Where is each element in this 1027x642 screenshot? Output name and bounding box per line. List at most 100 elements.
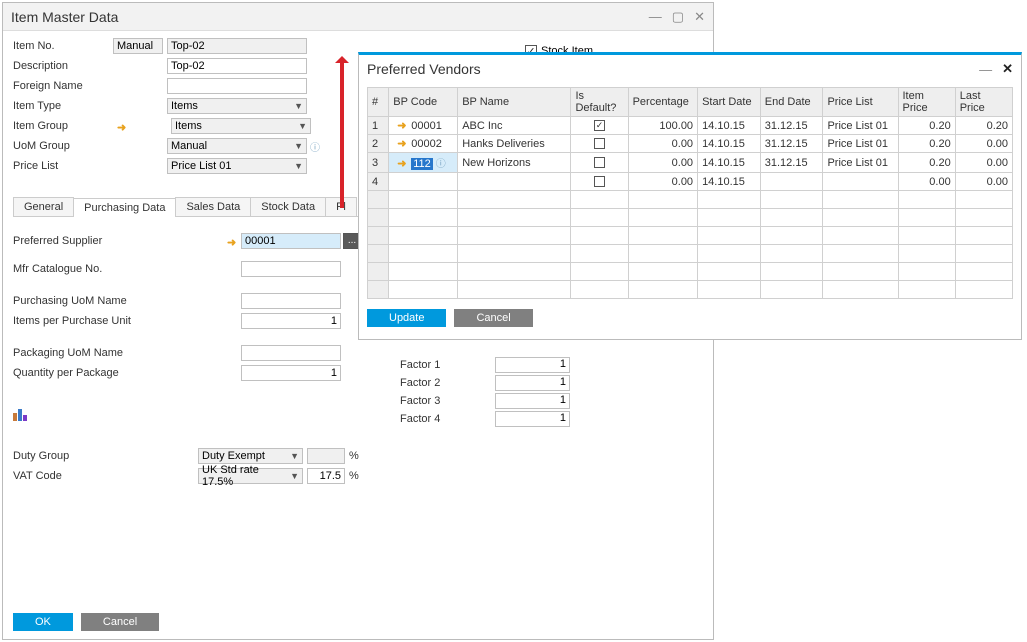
price_list-cell[interactable] [823,173,898,191]
price_list-cell[interactable]: Price List 01 [823,135,898,153]
cancel-button[interactable]: Cancel [81,613,159,631]
duty-group-select[interactable]: Duty Exempt▼ [198,448,303,464]
pct-cell[interactable]: 0.00 [628,173,697,191]
bp-code-cell[interactable]: 00002 [389,135,458,153]
table-row[interactable] [368,245,1013,263]
item-group-select[interactable]: Items▼ [171,118,311,134]
factor-input[interactable]: 1 [495,357,570,373]
item-no-input[interactable]: Top-02 [167,38,307,54]
ok-button[interactable]: OK [13,613,73,631]
foreign-name-input[interactable] [167,78,307,94]
col-header[interactable]: Item Price [898,88,955,117]
link-arrow-icon[interactable] [227,236,237,246]
close-icon[interactable]: ✕ [1002,61,1013,77]
maximize-icon[interactable]: ▢ [672,9,684,25]
update-button[interactable]: Update [367,309,446,327]
lookup-icon[interactable] [433,158,446,170]
end-cell[interactable]: 31.12.15 [760,153,823,173]
qty-per-package-input[interactable]: 1 [241,365,341,381]
table-row[interactable]: 200002Hanks Deliveries0.0014.10.1531.12.… [368,135,1013,153]
start-cell[interactable]: 14.10.15 [698,135,761,153]
default-checkbox[interactable] [594,157,605,168]
purchasing-uom-input[interactable] [241,293,341,309]
bp-name-cell[interactable] [458,173,571,191]
link-arrow-icon[interactable] [397,119,407,129]
table-row[interactable] [368,263,1013,281]
tab-general[interactable]: General [13,197,74,216]
default-cell[interactable] [571,153,628,173]
item-type-select[interactable]: Items▼ [167,98,307,114]
bp-name-cell[interactable]: ABC Inc [458,117,571,135]
last_price-cell[interactable]: 0.00 [955,153,1012,173]
factor-input[interactable]: 1 [495,411,570,427]
col-header[interactable]: Start Date [698,88,761,117]
item_price-cell[interactable]: 0.00 [898,173,955,191]
factor-input[interactable]: 1 [495,375,570,391]
description-input[interactable]: Top-02 [167,58,307,74]
start-cell[interactable]: 14.10.15 [698,117,761,135]
end-cell[interactable]: 31.12.15 [760,135,823,153]
factor-input[interactable]: 1 [495,393,570,409]
col-header[interactable]: BP Code [389,88,458,117]
start-cell[interactable]: 14.10.15 [698,173,761,191]
col-header[interactable]: BP Name [458,88,571,117]
tab-stock-data[interactable]: Stock Data [250,197,326,216]
col-header[interactable]: Price List [823,88,898,117]
tab-sales-data[interactable]: Sales Data [175,197,251,216]
minimize-icon[interactable]: — [649,9,662,24]
last_price-cell[interactable]: 0.00 [955,173,1012,191]
default-cell[interactable] [571,135,628,153]
info-icon[interactable] [307,139,320,154]
link-arrow-icon[interactable] [397,137,407,147]
last_price-cell[interactable]: 0.20 [955,117,1012,135]
bp-code-cell[interactable]: 112 [389,153,458,173]
link-arrow-icon[interactable] [397,157,407,167]
link-arrow-icon[interactable] [117,121,127,131]
table-row[interactable] [368,281,1013,299]
bp-code-cell[interactable]: 00001 [389,117,458,135]
default-checkbox[interactable]: ✓ [594,120,605,131]
pct-cell[interactable]: 0.00 [628,135,697,153]
default-checkbox[interactable] [594,138,605,149]
popup-cancel-button[interactable]: Cancel [454,309,532,327]
mfr-catalogue-input[interactable] [241,261,341,277]
items-per-purchase-input[interactable]: 1 [241,313,341,329]
vat-code-select[interactable]: UK Std rate 17.5%▼ [198,468,303,484]
pct-cell[interactable]: 0.00 [628,153,697,173]
col-header[interactable]: Is Default? [571,88,628,117]
last_price-cell[interactable]: 0.00 [955,135,1012,153]
item_price-cell[interactable]: 0.20 [898,117,955,135]
default-cell[interactable] [571,173,628,191]
col-header[interactable]: Percentage [628,88,697,117]
table-row[interactable]: 100001ABC Inc✓100.0014.10.1531.12.15Pric… [368,117,1013,135]
bp-name-cell[interactable]: Hanks Deliveries [458,135,571,153]
default-cell[interactable]: ✓ [571,117,628,135]
end-cell[interactable] [760,173,823,191]
table-row[interactable] [368,191,1013,209]
chart-icon[interactable] [13,405,31,421]
item-no-type-select[interactable]: Manual [113,38,163,54]
start-cell[interactable]: 14.10.15 [698,153,761,173]
col-header[interactable]: # [368,88,389,117]
price_list-cell[interactable]: Price List 01 [823,153,898,173]
col-header[interactable]: End Date [760,88,823,117]
close-icon[interactable]: ✕ [694,9,705,25]
item_price-cell[interactable]: 0.20 [898,135,955,153]
bp-name-cell[interactable]: New Horizons [458,153,571,173]
price_list-cell[interactable]: Price List 01 [823,117,898,135]
pct-cell[interactable]: 100.00 [628,117,697,135]
bp-code-cell[interactable] [389,173,458,191]
table-row[interactable]: 40.0014.10.150.000.00 [368,173,1013,191]
table-row[interactable]: 3112New Horizons0.0014.10.1531.12.15Pric… [368,153,1013,173]
table-row[interactable] [368,227,1013,245]
default-checkbox[interactable] [594,176,605,187]
item_price-cell[interactable]: 0.20 [898,153,955,173]
price-list-select[interactable]: Price List 01▼ [167,158,307,174]
preferred-supplier-input[interactable]: 00001 [241,233,341,249]
end-cell[interactable]: 31.12.15 [760,117,823,135]
packaging-uom-input[interactable] [241,345,341,361]
minimize-icon[interactable]: — [979,62,992,77]
table-row[interactable] [368,209,1013,227]
tab-purchasing-data[interactable]: Purchasing Data [73,198,176,217]
uom-group-select[interactable]: Manual▼ [167,138,307,154]
